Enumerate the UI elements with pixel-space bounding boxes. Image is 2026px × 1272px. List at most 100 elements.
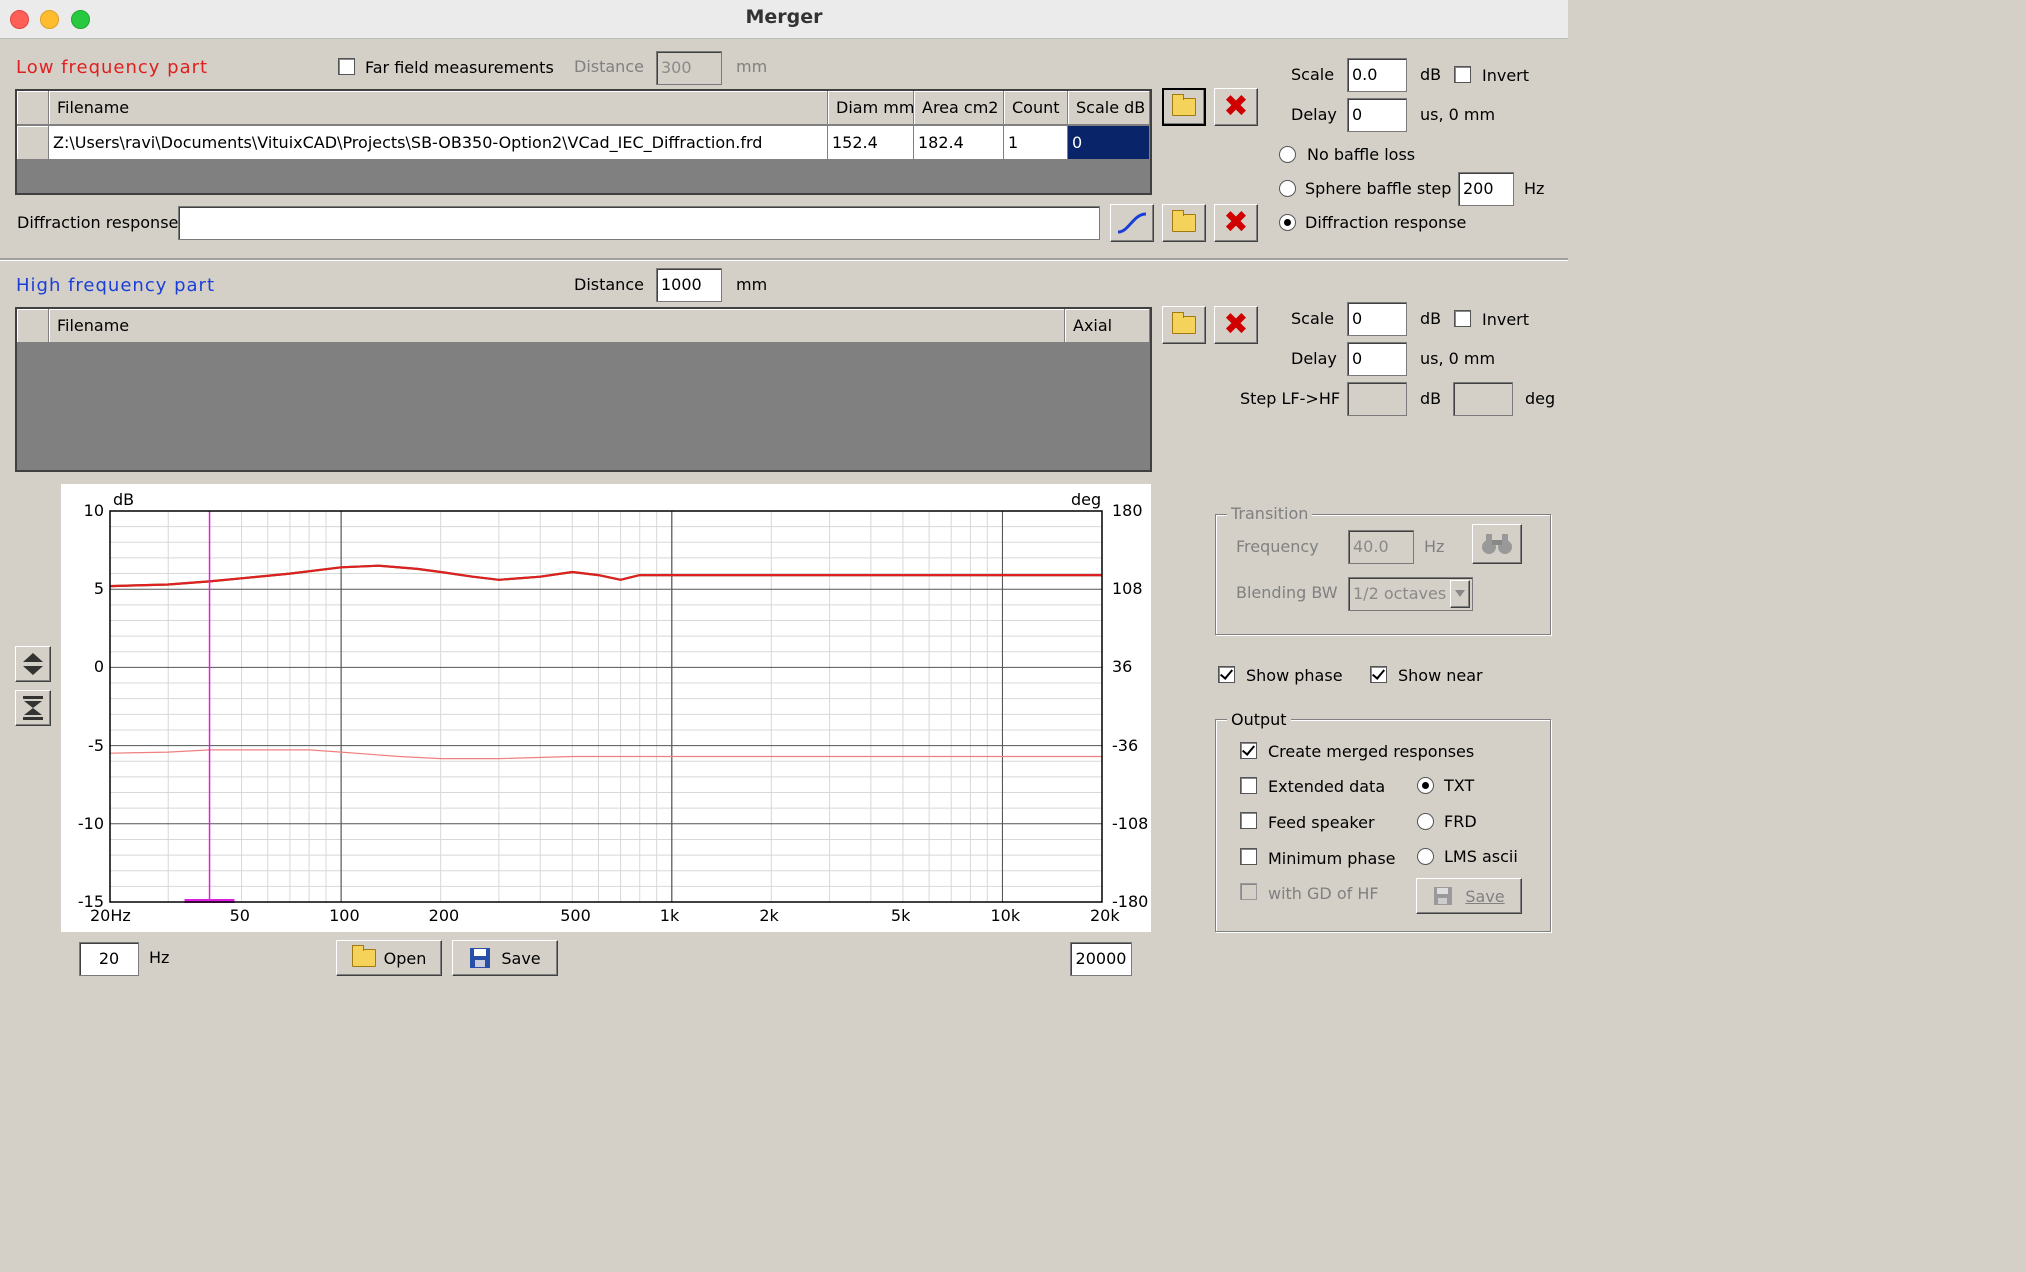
max-freq-input[interactable]: 20000 bbox=[1070, 942, 1132, 976]
frequency-input[interactable]: 40.0 bbox=[1348, 530, 1414, 564]
hf-delay-unit: us, 0 mm bbox=[1420, 349, 1496, 368]
diffraction-remove-button[interactable]: ✖ bbox=[1214, 204, 1258, 242]
format-lms-label: LMS ascii bbox=[1444, 847, 1518, 866]
format-frd-radio[interactable] bbox=[1417, 813, 1434, 830]
response-chart[interactable]: 20Hz 50 100 200 500 1k 2k 5k 10k 20k 10 5 0 -5 -10 -15 1… bbox=[61, 484, 1151, 932]
y2-tick-label: 36 bbox=[1112, 657, 1133, 677]
y2-tick-label: 108 bbox=[1112, 579, 1143, 599]
plot-frame bbox=[109, 510, 1103, 903]
hf-distance-label: Distance bbox=[574, 275, 644, 294]
x-tick-label: 2k bbox=[759, 906, 779, 925]
lf-invert-checkbox[interactable] bbox=[1454, 66, 1471, 83]
binoculars-icon bbox=[1482, 534, 1512, 554]
gd-of-hf-checkbox[interactable] bbox=[1240, 883, 1257, 900]
show-near-checkbox[interactable] bbox=[1370, 666, 1387, 683]
lf-distance-input[interactable]: 300 bbox=[656, 51, 722, 85]
step-deg-unit: deg bbox=[1525, 389, 1556, 408]
folder-icon bbox=[1172, 94, 1196, 116]
lf-invert-label: Invert bbox=[1482, 66, 1530, 85]
chart-canvas[interactable] bbox=[61, 484, 1151, 932]
hf-scale-input[interactable]: 0 bbox=[1347, 302, 1407, 336]
y2-tick-label: 180 bbox=[1112, 501, 1143, 520]
hf-scale-label: Scale bbox=[1291, 309, 1335, 328]
y-tick-label: 5 bbox=[93, 579, 104, 599]
col-area[interactable]: Area cm2 bbox=[914, 91, 1004, 125]
no-baffle-label: No baffle loss bbox=[1307, 145, 1416, 164]
save-chart-button[interactable]: Save bbox=[452, 940, 558, 976]
floppy-icon bbox=[470, 948, 491, 968]
curve-icon bbox=[1117, 212, 1147, 234]
delete-icon: ✖ bbox=[1223, 307, 1249, 342]
delete-icon: ✖ bbox=[1223, 89, 1249, 124]
min-freq-input[interactable]: 20 bbox=[79, 942, 139, 976]
extended-data-checkbox[interactable] bbox=[1240, 777, 1257, 794]
sphere-baffle-radio[interactable] bbox=[1279, 180, 1296, 197]
lf-open-file-button[interactable] bbox=[1162, 88, 1206, 126]
y-tick-label: 0 bbox=[93, 657, 104, 677]
cell-area[interactable]: 182.4 bbox=[914, 126, 1004, 160]
lf-file-grid[interactable]: Filename Diam mm Area cm2 Count Scale dB… bbox=[15, 89, 1152, 195]
table-row[interactable]: Z:\Users\ravi\Documents\VituixCAD\Projec… bbox=[17, 126, 1150, 160]
y-tick-label: -15 bbox=[77, 892, 104, 911]
minimum-phase-label: Minimum phase bbox=[1268, 849, 1396, 868]
hf-delay-input[interactable]: 0 bbox=[1347, 342, 1407, 376]
diffraction-radio[interactable] bbox=[1279, 214, 1296, 231]
no-baffle-radio[interactable] bbox=[1279, 146, 1296, 163]
cell-diam[interactable]: 152.4 bbox=[828, 126, 914, 160]
step-deg-input[interactable] bbox=[1453, 382, 1513, 416]
col-axial[interactable]: Axial bbox=[1065, 309, 1150, 343]
cell-filename[interactable]: Z:\Users\ravi\Documents\VituixCAD\Projec… bbox=[49, 126, 828, 160]
row-indicator[interactable] bbox=[17, 126, 49, 160]
col-filename[interactable]: Filename bbox=[49, 91, 828, 125]
y2-tick-label: -108 bbox=[1112, 813, 1149, 833]
col-diam[interactable]: Diam mm bbox=[828, 91, 914, 125]
format-txt-label: TXT bbox=[1444, 776, 1475, 795]
zoom-out-button[interactable] bbox=[15, 690, 51, 726]
col-filename[interactable]: Filename bbox=[49, 309, 1065, 343]
create-merged-checkbox[interactable] bbox=[1240, 742, 1257, 759]
find-transition-button[interactable] bbox=[1472, 524, 1522, 564]
create-merged-label: Create merged responses bbox=[1268, 742, 1475, 761]
diffraction-open-button[interactable] bbox=[1162, 204, 1206, 242]
feed-speaker-label: Feed speaker bbox=[1268, 813, 1375, 832]
feed-speaker-checkbox[interactable] bbox=[1240, 812, 1257, 829]
minimum-phase-checkbox[interactable] bbox=[1240, 848, 1257, 865]
show-phase-checkbox[interactable] bbox=[1218, 666, 1235, 683]
step-db-unit: dB bbox=[1420, 389, 1442, 408]
chevron-down-icon bbox=[1455, 590, 1465, 597]
hf-open-file-button[interactable] bbox=[1162, 306, 1206, 344]
open-chart-button[interactable]: Open bbox=[336, 940, 442, 976]
diffraction-label: Diffraction response bbox=[17, 213, 179, 232]
cell-scale[interactable]: 0 bbox=[1068, 126, 1150, 160]
hf-distance-input[interactable]: 1000 bbox=[656, 268, 722, 302]
lf-distance-unit: mm bbox=[736, 57, 768, 76]
far-field-checkbox[interactable] bbox=[338, 58, 355, 75]
sphere-baffle-input[interactable]: 200 bbox=[1458, 172, 1514, 206]
hf-invert-checkbox[interactable] bbox=[1454, 310, 1471, 327]
zoom-out-icon bbox=[23, 696, 43, 720]
format-lms-radio[interactable] bbox=[1417, 848, 1434, 865]
delete-icon: ✖ bbox=[1223, 205, 1249, 240]
col-count[interactable]: Count bbox=[1004, 91, 1068, 125]
hf-invert-label: Invert bbox=[1482, 310, 1530, 329]
y2-tick-label: -36 bbox=[1112, 735, 1139, 755]
output-save-button[interactable]: Save bbox=[1416, 878, 1522, 914]
lf-scale-input[interactable]: 0.0 bbox=[1347, 58, 1407, 92]
format-txt-radio[interactable] bbox=[1417, 777, 1434, 794]
hf-delay-label: Delay bbox=[1291, 349, 1337, 368]
show-near-label: Show near bbox=[1398, 666, 1483, 685]
blending-dropdown-button[interactable] bbox=[1450, 580, 1470, 608]
diffraction-calc-button[interactable] bbox=[1110, 204, 1154, 242]
col-scale[interactable]: Scale dB bbox=[1068, 91, 1150, 125]
step-db-input[interactable] bbox=[1347, 382, 1407, 416]
floppy-icon bbox=[1434, 887, 1453, 905]
hf-remove-file-button[interactable]: ✖ bbox=[1214, 306, 1258, 344]
x-tick-label: 200 bbox=[428, 906, 460, 925]
zoom-in-button[interactable] bbox=[15, 646, 51, 682]
hf-file-grid[interactable]: Filename Axial bbox=[15, 307, 1152, 472]
diffraction-input[interactable] bbox=[178, 206, 1100, 240]
lf-remove-file-button[interactable]: ✖ bbox=[1214, 88, 1258, 126]
y-tick-label: 10 bbox=[83, 501, 104, 520]
lf-delay-input[interactable]: 0 bbox=[1347, 98, 1407, 132]
cell-count[interactable]: 1 bbox=[1004, 126, 1068, 160]
